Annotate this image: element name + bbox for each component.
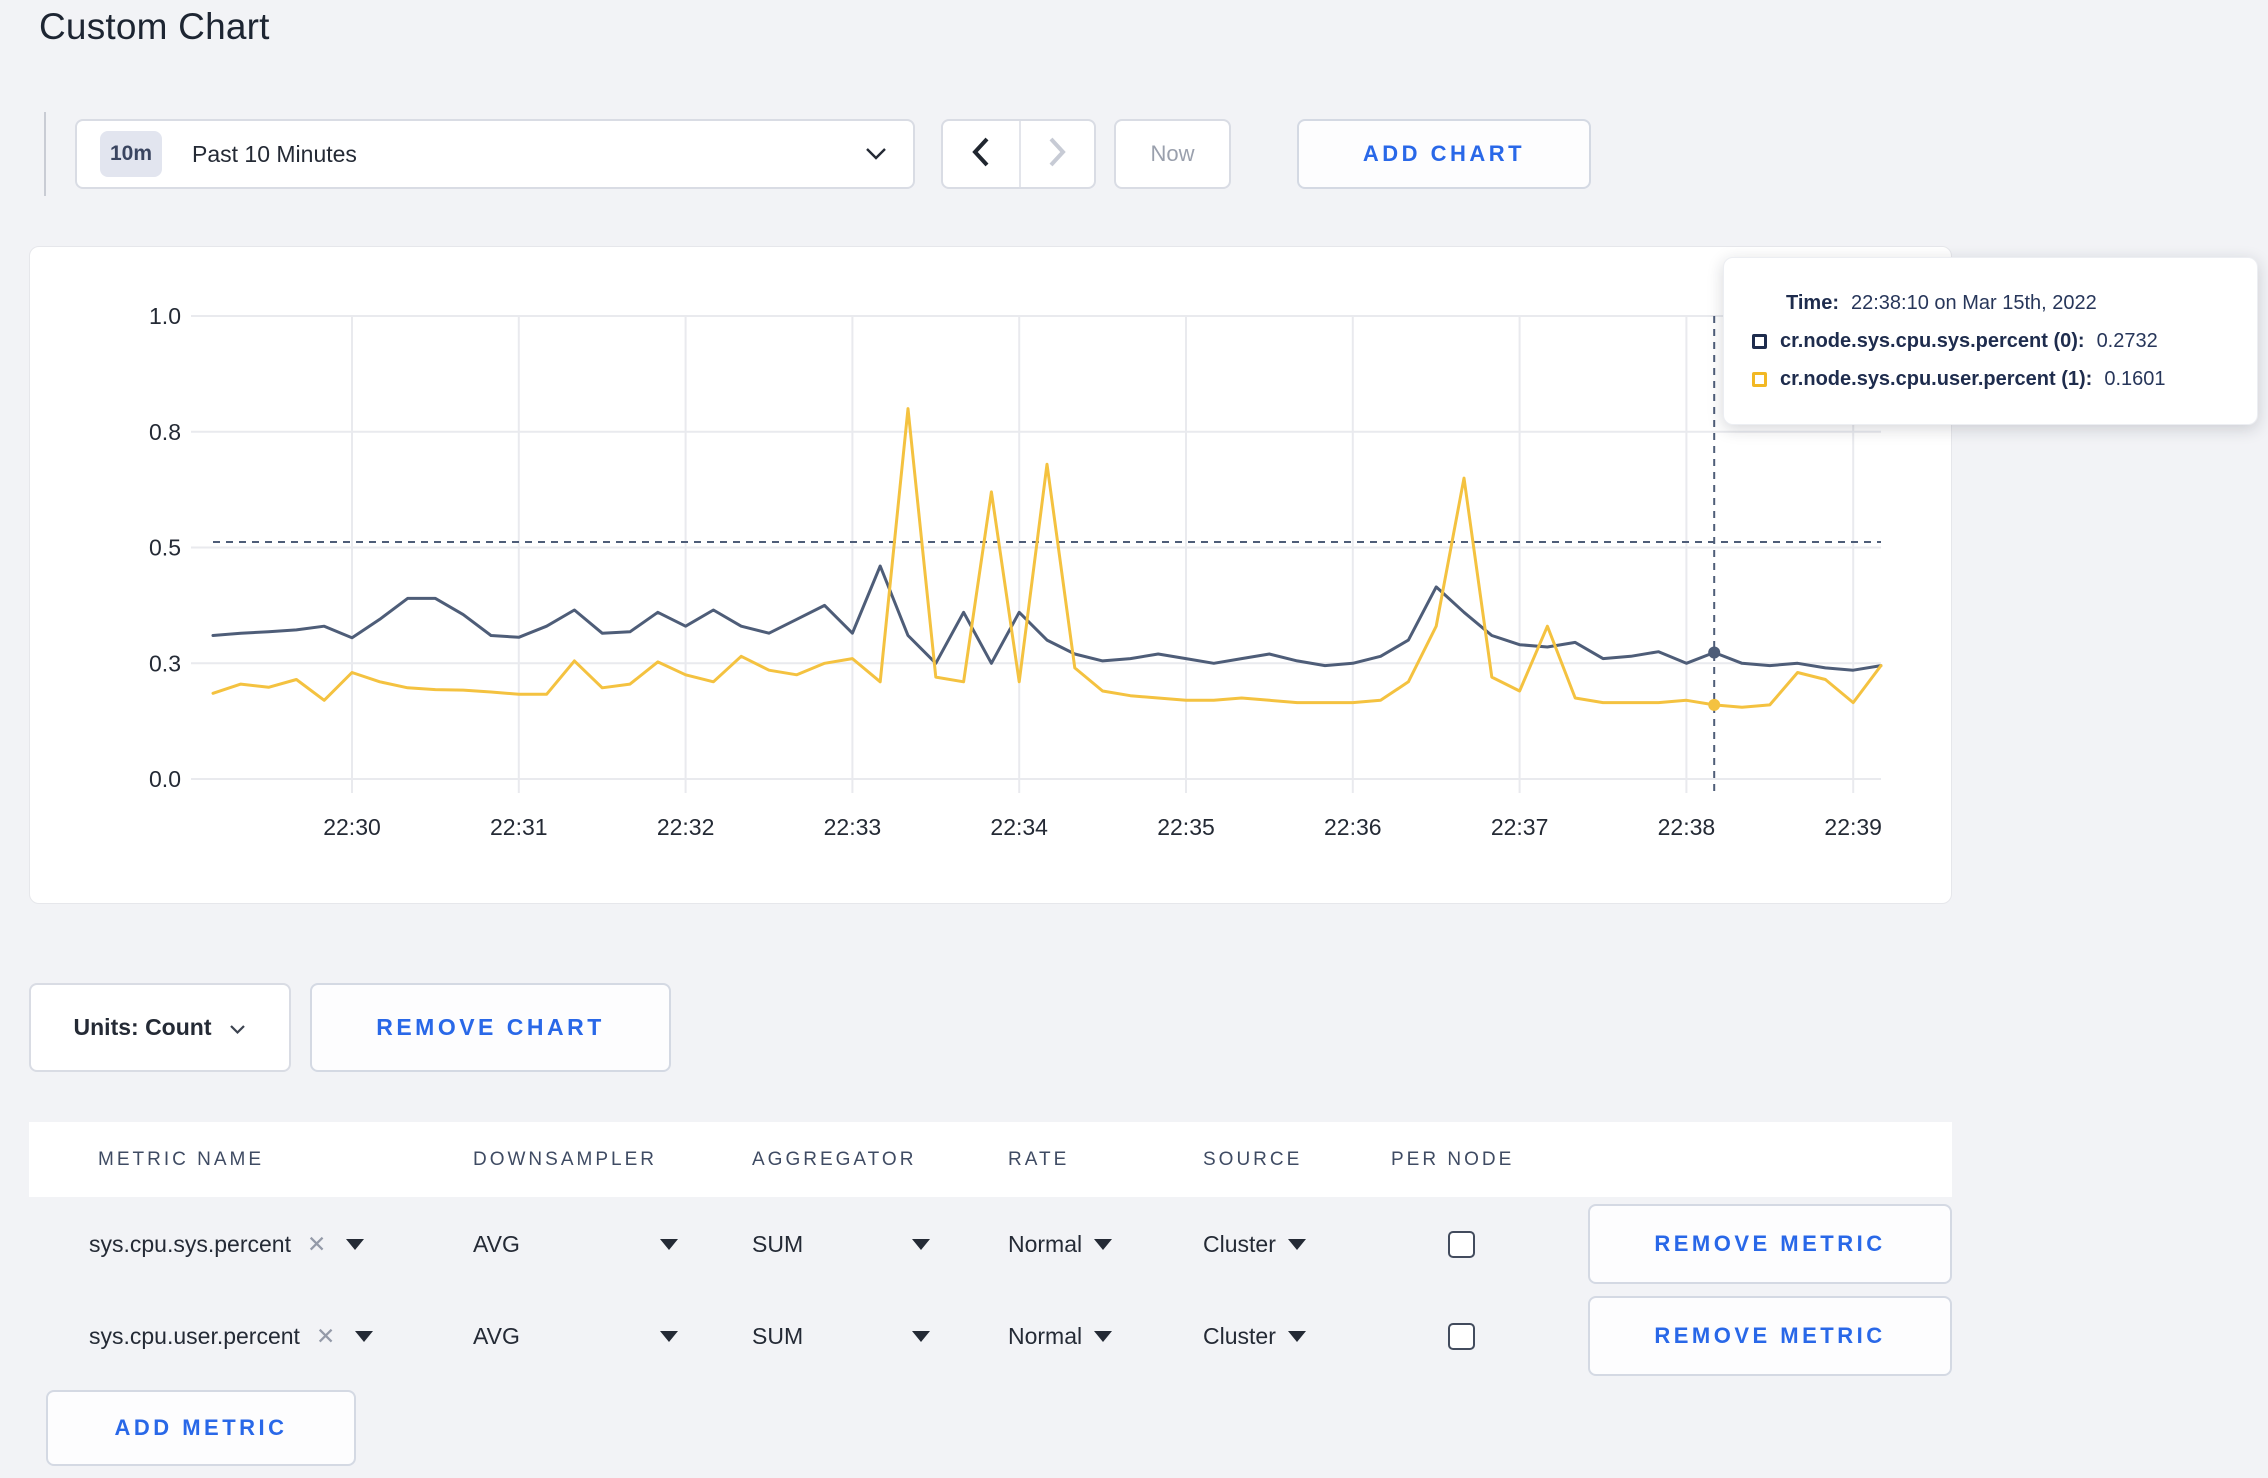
svg-text:22:30: 22:30: [323, 814, 381, 840]
tooltip-series-row: cr.node.sys.cpu.user.percent (1): 0.1601: [1752, 368, 2233, 391]
units-dropdown[interactable]: Units: Count: [29, 983, 291, 1072]
prev-time-button[interactable]: [943, 121, 1019, 187]
dropdown-caret-icon: [912, 1238, 930, 1250]
metric-row: sys.cpu.sys.percent ✕ AVG SUM Normal Clu…: [29, 1204, 1952, 1284]
tooltip-time-label: Time:: [1786, 291, 1839, 314]
downsampler-select[interactable]: AVG: [473, 1231, 678, 1258]
downsampler-value: AVG: [473, 1322, 520, 1349]
source-value: Cluster: [1203, 1230, 1276, 1257]
time-nav-group: [941, 119, 1096, 189]
dropdown-caret-icon[interactable]: [355, 1330, 374, 1342]
per-node-checkbox[interactable]: [1448, 1322, 1475, 1350]
chevron-left-icon: [972, 137, 990, 172]
metric-name-select[interactable]: sys.cpu.sys.percent: [89, 1231, 291, 1258]
add-metric-button[interactable]: ADD METRIC: [46, 1390, 356, 1466]
svg-text:22:37: 22:37: [1491, 814, 1549, 840]
page-title: Custom Chart: [39, 6, 270, 47]
header-aggregator: AGGREGATOR: [752, 1148, 917, 1170]
svg-text:22:35: 22:35: [1157, 814, 1215, 840]
metric-row: sys.cpu.user.percent ✕ AVG SUM Normal Cl…: [29, 1296, 1952, 1376]
tooltip-time-value: 22:38:10 on Mar 15th, 2022: [1850, 291, 2097, 314]
add-chart-button[interactable]: ADD CHART: [1297, 119, 1591, 189]
aggregator-value: SUM: [752, 1322, 804, 1349]
user-series-swatch-icon: [1752, 371, 1767, 387]
aggregator-value: SUM: [752, 1230, 804, 1257]
clear-metric-icon[interactable]: ✕: [307, 1231, 326, 1258]
tooltip-series-value: 0.1601: [2104, 367, 2166, 390]
tooltip-series-value: 0.2732: [2096, 329, 2158, 352]
svg-text:22:34: 22:34: [990, 814, 1048, 840]
time-range-badge: 10m: [100, 131, 162, 177]
svg-text:0.8: 0.8: [149, 419, 181, 445]
svg-text:0.0: 0.0: [149, 766, 181, 792]
header-per-node: PER NODE: [1391, 1148, 1515, 1170]
svg-text:22:33: 22:33: [824, 814, 882, 840]
dropdown-caret-icon[interactable]: [346, 1238, 365, 1250]
downsampler-select[interactable]: AVG: [473, 1323, 678, 1350]
dropdown-caret-icon: [1094, 1330, 1113, 1342]
metrics-table-header: METRIC NAME DOWNSAMPLER AGGREGATOR RATE …: [29, 1122, 1952, 1197]
dropdown-caret-icon: [1287, 1330, 1306, 1342]
svg-text:1.0: 1.0: [149, 303, 181, 329]
tooltip-time-row: Time: 22:38:10 on Mar 15th, 2022: [1752, 292, 2233, 315]
chevron-down-icon: [229, 1014, 246, 1041]
per-node-checkbox[interactable]: [1448, 1230, 1475, 1258]
time-range-label: Past 10 Minutes: [192, 140, 357, 167]
remove-metric-button[interactable]: REMOVE METRIC: [1588, 1296, 1952, 1376]
svg-text:22:39: 22:39: [1824, 814, 1882, 840]
dropdown-caret-icon: [1094, 1238, 1113, 1250]
tooltip-series-label: cr.node.sys.cpu.user.percent (1):: [1780, 367, 2093, 390]
aggregator-select[interactable]: SUM: [752, 1231, 930, 1258]
svg-text:22:32: 22:32: [657, 814, 715, 840]
header-source: SOURCE: [1203, 1148, 1303, 1170]
sys-series-swatch-icon: [1752, 333, 1767, 349]
units-label: Units: Count: [73, 1014, 212, 1040]
metric-name-select[interactable]: sys.cpu.user.percent: [89, 1323, 300, 1350]
chart-card: 0.0 0.3 0.5 0.8 1.0 22:30 22:31 22:32 22:33 22:34…: [29, 246, 2258, 905]
custom-chart-page: Custom Chart 10m Past 10 Minutes Now ADD…: [0, 0, 2268, 1478]
header-downsampler: DOWNSAMPLER: [473, 1148, 657, 1170]
svg-text:22:31: 22:31: [490, 814, 548, 840]
tooltip-series-row: cr.node.sys.cpu.sys.percent (0): 0.2732: [1752, 330, 2233, 353]
remove-metric-button[interactable]: REMOVE METRIC: [1588, 1204, 1952, 1284]
source-select[interactable]: Cluster: [1203, 1323, 1306, 1350]
aggregator-select[interactable]: SUM: [752, 1323, 930, 1350]
svg-text:22:38: 22:38: [1658, 814, 1716, 840]
toolbar-divider: [44, 112, 46, 196]
chart-hover-tooltip: Time: 22:38:10 on Mar 15th, 2022 cr.node…: [1723, 257, 2258, 425]
svg-text:0.5: 0.5: [149, 535, 181, 561]
header-rate: RATE: [1008, 1148, 1070, 1170]
rate-value: Normal: [1008, 1230, 1083, 1257]
cpu-usage-chart-canvas[interactable]: 0.0 0.3 0.5 0.8 1.0 22:30 22:31 22:32 22:33 22:34…: [30, 247, 1953, 905]
chevron-right-icon: [1048, 137, 1066, 172]
remove-chart-button[interactable]: REMOVE CHART: [310, 983, 671, 1072]
source-select[interactable]: Cluster: [1203, 1231, 1306, 1258]
dropdown-caret-icon: [912, 1330, 930, 1342]
rate-select[interactable]: Normal: [1008, 1322, 1113, 1350]
time-range-dropdown[interactable]: 10m Past 10 Minutes: [75, 119, 915, 189]
svg-text:22:36: 22:36: [1324, 814, 1382, 840]
dropdown-caret-icon: [660, 1238, 678, 1250]
svg-text:0.3: 0.3: [149, 650, 181, 676]
dropdown-caret-icon: [660, 1330, 678, 1342]
clear-metric-icon[interactable]: ✕: [316, 1323, 335, 1350]
next-time-button[interactable]: [1018, 121, 1095, 187]
downsampler-value: AVG: [473, 1230, 520, 1257]
tooltip-series-label: cr.node.sys.cpu.sys.percent (0):: [1780, 329, 2085, 352]
now-button[interactable]: Now: [1114, 119, 1231, 189]
header-metric-name: METRIC NAME: [98, 1148, 264, 1170]
source-value: Cluster: [1203, 1322, 1276, 1349]
rate-select[interactable]: Normal: [1008, 1230, 1113, 1258]
dropdown-caret-icon: [1287, 1238, 1306, 1250]
chevron-down-icon: [865, 147, 887, 166]
rate-value: Normal: [1008, 1322, 1083, 1349]
